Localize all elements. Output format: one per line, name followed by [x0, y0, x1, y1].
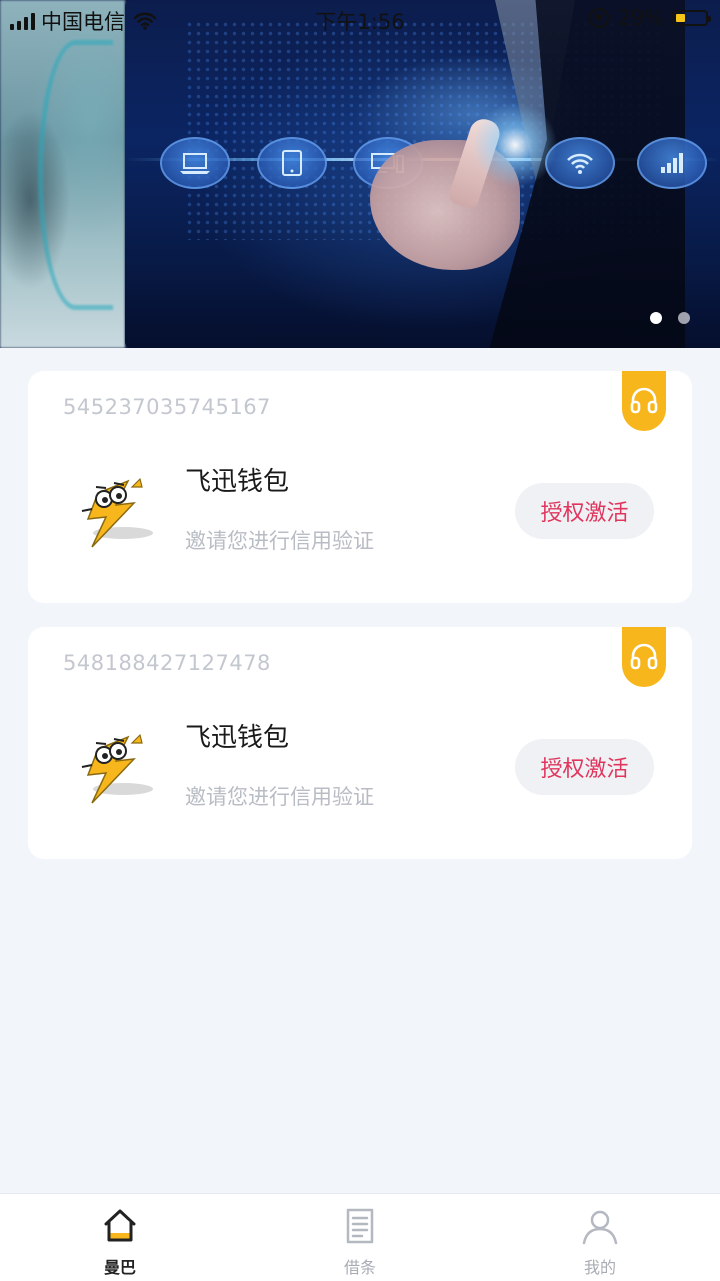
- authorize-activate-button[interactable]: 授权激活: [515, 739, 654, 795]
- home-icon: [104, 1209, 136, 1242]
- carousel-dot-active[interactable]: [650, 312, 662, 324]
- card-id: 545237035745167: [63, 395, 271, 419]
- customer-service-button[interactable]: [622, 371, 666, 431]
- lightning-mascot-logo: [81, 477, 153, 548]
- banner-slide-image[interactable]: [125, 0, 720, 348]
- card-title: 飞迅钱包: [185, 467, 290, 497]
- battery-percent: 29%: [617, 6, 664, 30]
- card-title: 飞迅钱包: [185, 723, 290, 753]
- tab-label: 曼巴: [103, 1258, 136, 1277]
- carousel-indicator: [650, 312, 690, 324]
- headset-icon: [630, 387, 658, 414]
- lightning-mascot-logo: [81, 733, 153, 804]
- tab-home[interactable]: 曼巴: [0, 1194, 240, 1281]
- carousel-dot[interactable]: [678, 312, 690, 324]
- card-id: 548188427127478: [63, 651, 271, 675]
- banner-previous-slide-image: [0, 0, 125, 348]
- card-subtitle: 邀请您进行信用验证: [185, 529, 374, 553]
- laptop-icon: [160, 137, 230, 189]
- wallet-card[interactable]: 545237035745167 飞迅钱包 邀请您进行信用验证 授权激活: [28, 371, 692, 603]
- authorize-activate-button[interactable]: 授权激活: [515, 483, 654, 539]
- bottom-tab-bar: 曼巴 借条 我的: [0, 1193, 720, 1281]
- person-icon: [582, 1210, 618, 1245]
- tab-label: 我的: [583, 1258, 616, 1277]
- document-icon: [346, 1208, 374, 1244]
- status-bar: 中国电信 下午1:56 29%: [0, 0, 720, 38]
- orientation-lock-icon: [589, 8, 610, 28]
- banner-carousel[interactable]: [0, 0, 720, 348]
- tab-profile[interactable]: 我的: [480, 1194, 720, 1281]
- card-subtitle: 邀请您进行信用验证: [185, 785, 374, 809]
- tablet-icon: [257, 137, 327, 189]
- headset-icon: [630, 643, 658, 670]
- wallet-card[interactable]: 548188427127478 飞迅钱包 邀请您进行信用验证 授权激活: [28, 627, 692, 859]
- tab-label: 借条: [343, 1258, 376, 1277]
- battery-level: [676, 14, 686, 22]
- customer-service-button[interactable]: [622, 627, 666, 687]
- status-right: 29%: [589, 6, 711, 30]
- battery-icon: [672, 10, 711, 26]
- touch-glow-graphic: [465, 95, 565, 195]
- tab-iou[interactable]: 借条: [240, 1194, 480, 1281]
- bar-chart-icon: [637, 137, 707, 189]
